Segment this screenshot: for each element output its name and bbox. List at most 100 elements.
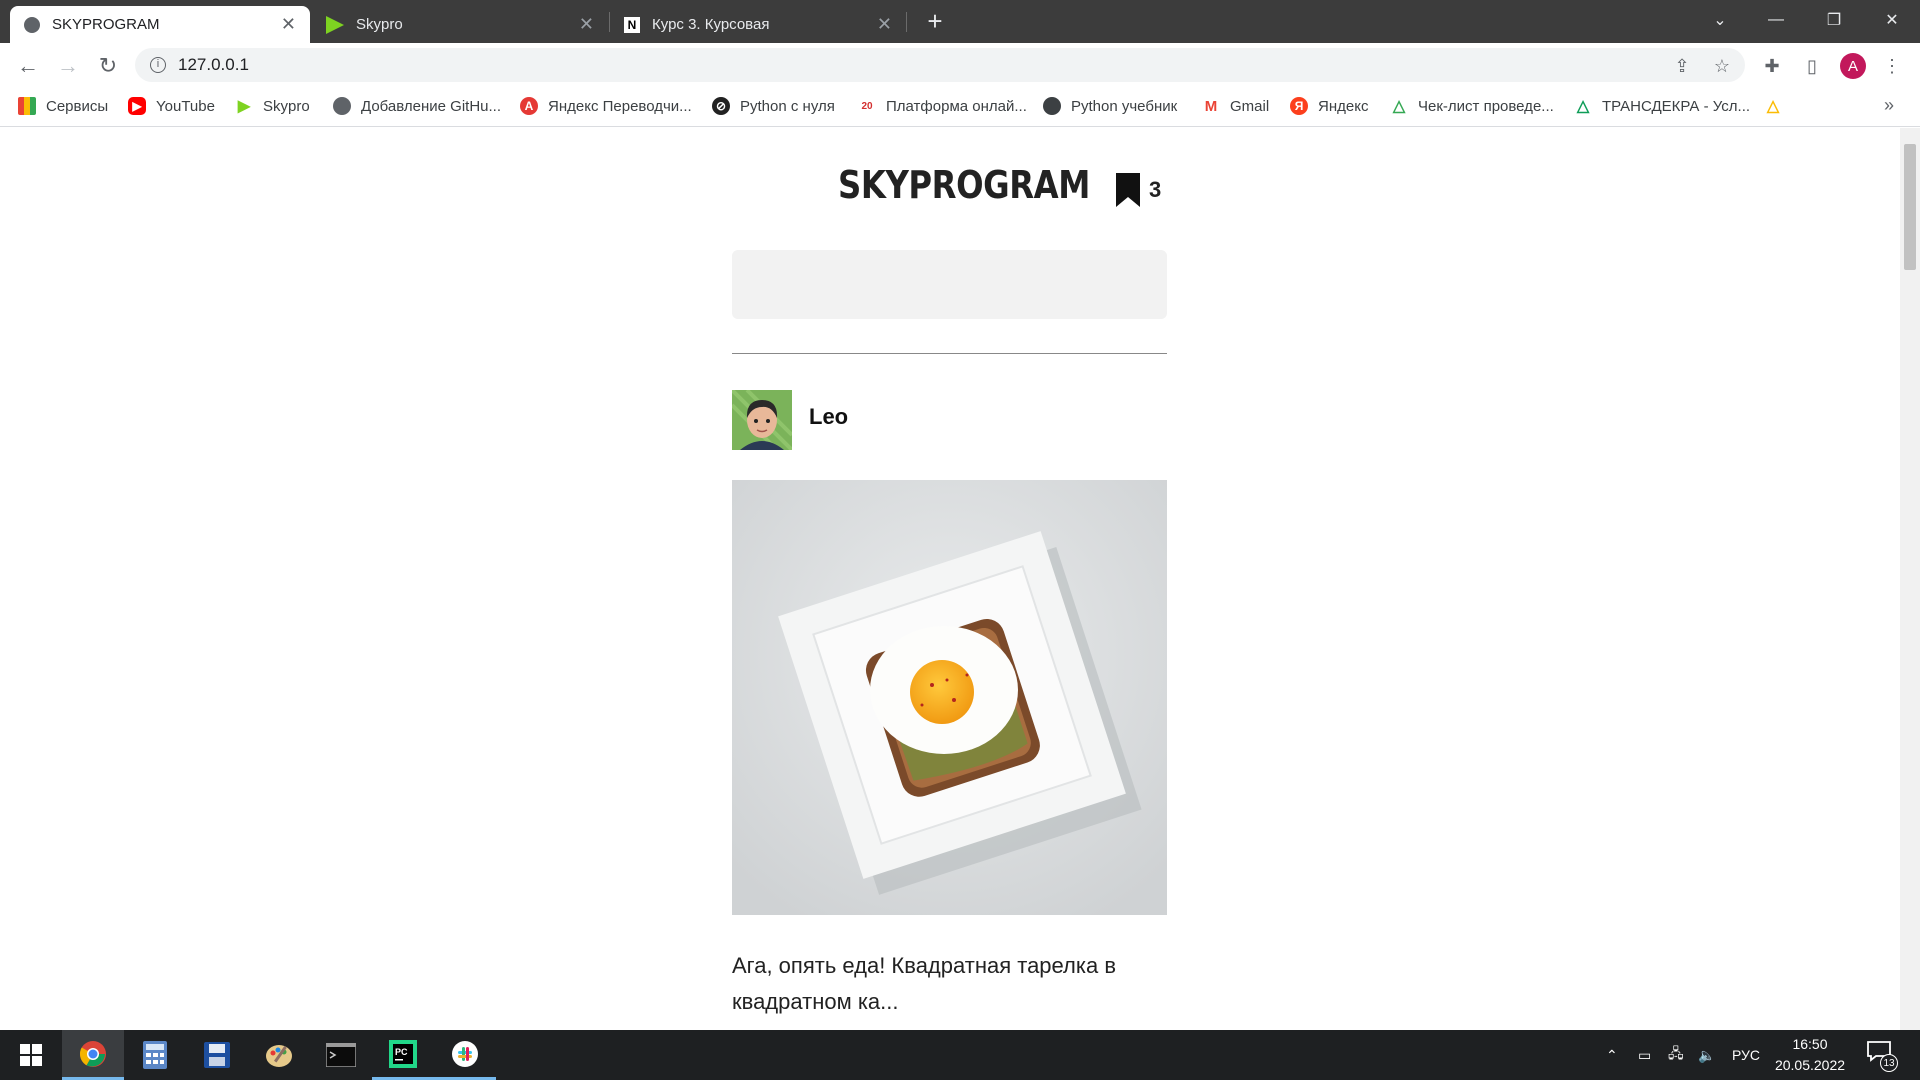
tab-search-chevron-icon[interactable]: ⌄: [1692, 0, 1748, 40]
bookmark-label: Яндекс Переводчи...: [548, 97, 692, 115]
post-author[interactable]: Leo: [809, 404, 848, 430]
bookmark-translate[interactable]: A Яндекс Переводчи...: [520, 95, 692, 117]
avatar[interactable]: [732, 390, 792, 450]
site-info-icon[interactable]: i: [150, 57, 166, 73]
windows-icon: [20, 1044, 42, 1066]
taskbar-terminal[interactable]: [310, 1030, 372, 1080]
clock[interactable]: 16:50 20.05.2022: [1770, 1034, 1850, 1076]
address-bar[interactable]: [135, 48, 1745, 82]
bookmark-checklist[interactable]: △ Чек-лист проведе...: [1390, 95, 1554, 117]
bookmark-github[interactable]: Добавление GitHu...: [333, 95, 501, 117]
bookmark-label: Python с нуля: [740, 97, 835, 115]
bookmark-youtube[interactable]: ▶ YouTube: [128, 95, 215, 117]
menu-icon[interactable]: ⋮: [1880, 54, 1904, 78]
google-drive-icon: △: [1766, 98, 1780, 115]
yandex-icon: Я: [1290, 97, 1308, 115]
bookmark-services[interactable]: Сервисы: [18, 95, 108, 117]
reload-button[interactable]: ↻: [94, 52, 122, 80]
notion-icon: N: [624, 16, 640, 33]
share-icon[interactable]: ⇪: [1670, 54, 1694, 78]
tab-title: SKYPROGRAM: [52, 16, 160, 33]
bookmark-label: ТРАНСДЕКРА - Усл...: [1602, 97, 1751, 115]
bookmarks-count: 3: [1149, 177, 1162, 202]
bookmark-skypro[interactable]: ▶ Skypro: [235, 95, 310, 117]
bookmark-label: Яндекс: [1318, 97, 1369, 115]
taskbar-pycharm[interactable]: PC: [372, 1030, 434, 1080]
pycharm-icon: PC: [389, 1039, 417, 1068]
taskbar-paint[interactable]: [248, 1030, 310, 1080]
taskbar-slack[interactable]: [434, 1030, 496, 1080]
tray-chevron-icon[interactable]: ⌃: [1606, 1030, 1618, 1080]
clock-date: 20.05.2022: [1774, 1057, 1846, 1073]
forward-button[interactable]: →: [54, 52, 82, 80]
paint-palette-icon: [266, 1045, 292, 1067]
notification-center-button[interactable]: 13: [1866, 1040, 1898, 1072]
minimize-button[interactable]: —: [1748, 0, 1804, 40]
clock-time: 16:50: [1792, 1036, 1828, 1052]
bookmark-label: Чек-лист проведе...: [1418, 97, 1554, 115]
search-input[interactable]: [732, 250, 1167, 319]
bookmark-label: Skypro: [263, 97, 310, 115]
bookmark-label: Gmail: [1230, 97, 1270, 115]
python-icon: ⊘: [712, 97, 730, 115]
taskbar-save-app[interactable]: [186, 1030, 248, 1080]
bookmark-label: YouTube: [156, 97, 215, 115]
bookmark-icon: [1116, 173, 1140, 207]
restore-button[interactable]: ❐: [1806, 0, 1862, 40]
back-button[interactable]: ←: [14, 52, 42, 80]
tab-separator: [906, 12, 907, 32]
battery-icon[interactable]: ▭: [1638, 1030, 1651, 1080]
translate-icon: A: [520, 97, 538, 115]
bookmark-platform[interactable]: 20 Платформа онлай...: [858, 95, 1026, 117]
taskbar-chrome[interactable]: [62, 1030, 124, 1080]
skypro-icon: ▶: [237, 98, 251, 115]
extensions-icon[interactable]: ✚: [1760, 54, 1784, 78]
bookmark-transdekra[interactable]: △ ТРАНСДЕКРА - Усл...: [1574, 95, 1750, 117]
bookmark-gmail[interactable]: M Gmail: [1202, 95, 1269, 117]
scrollbar-thumb[interactable]: [1904, 144, 1916, 270]
floppy-disk-icon: [204, 1042, 230, 1068]
header-divider: [732, 353, 1167, 354]
bookmark-python-tutorial[interactable]: Python учебник: [1043, 95, 1177, 117]
calculator-icon: [143, 1041, 167, 1069]
more-bookmarks-button[interactable]: »: [1884, 95, 1894, 116]
close-icon[interactable]: ✕: [281, 14, 296, 35]
bookmark-label: Python учебник: [1071, 97, 1178, 115]
post-image[interactable]: [732, 480, 1167, 915]
address-text[interactable]: 127.0.0.1: [178, 55, 249, 75]
network-icon[interactable]: 🖧: [1668, 1030, 1684, 1080]
star-icon[interactable]: ☆: [1710, 54, 1734, 78]
chrome-icon: [79, 1040, 106, 1067]
bookmark-label: Сервисы: [46, 97, 109, 115]
bookmark-python-zero[interactable]: ⊘ Python с нуля: [712, 95, 835, 117]
new-tab-button[interactable]: +: [922, 6, 948, 36]
close-icon[interactable]: ✕: [579, 14, 594, 35]
tab-skypro[interactable]: Skypro ✕: [312, 6, 608, 43]
globe-icon: [1043, 97, 1061, 115]
profile-avatar[interactable]: A: [1840, 53, 1866, 79]
terminal-icon: [326, 1043, 356, 1067]
volume-icon[interactable]: 🔈: [1698, 1030, 1715, 1080]
slack-icon: [452, 1040, 478, 1067]
post-text[interactable]: Ага, опять еда! Квадратная тарелка в ква…: [732, 948, 1172, 1020]
platform-2035-icon: 20: [861, 100, 873, 112]
language-indicator[interactable]: РУС: [1732, 1030, 1760, 1080]
apps-grid-icon: [18, 97, 36, 115]
bookmarks-link[interactable]: 3: [1115, 172, 1161, 208]
gmail-icon: M: [1204, 97, 1218, 115]
tab-title: Skypro: [356, 16, 403, 33]
close-window-button[interactable]: ✕: [1864, 0, 1920, 40]
avatar-image: [732, 390, 792, 450]
taskbar-calculator[interactable]: [124, 1030, 186, 1080]
bookmark-label: Добавление GitHu...: [361, 97, 501, 115]
side-panel-icon[interactable]: ▯: [1800, 54, 1824, 78]
site-logo[interactable]: SKYPROGRAM: [838, 163, 1090, 207]
bookmark-yandex[interactable]: Я Яндекс: [1290, 95, 1368, 117]
tab-skyprogram[interactable]: SKYPROGRAM ✕: [10, 6, 310, 43]
bookmark-drive[interactable]: △: [1764, 95, 1792, 117]
tab-course[interactable]: N Курс 3. Курсовая ✕: [610, 6, 906, 43]
post-photo: [732, 480, 1167, 915]
close-icon[interactable]: ✕: [877, 14, 892, 35]
windows-start-button[interactable]: [0, 1030, 62, 1080]
svg-text:PC: PC: [395, 1047, 408, 1057]
